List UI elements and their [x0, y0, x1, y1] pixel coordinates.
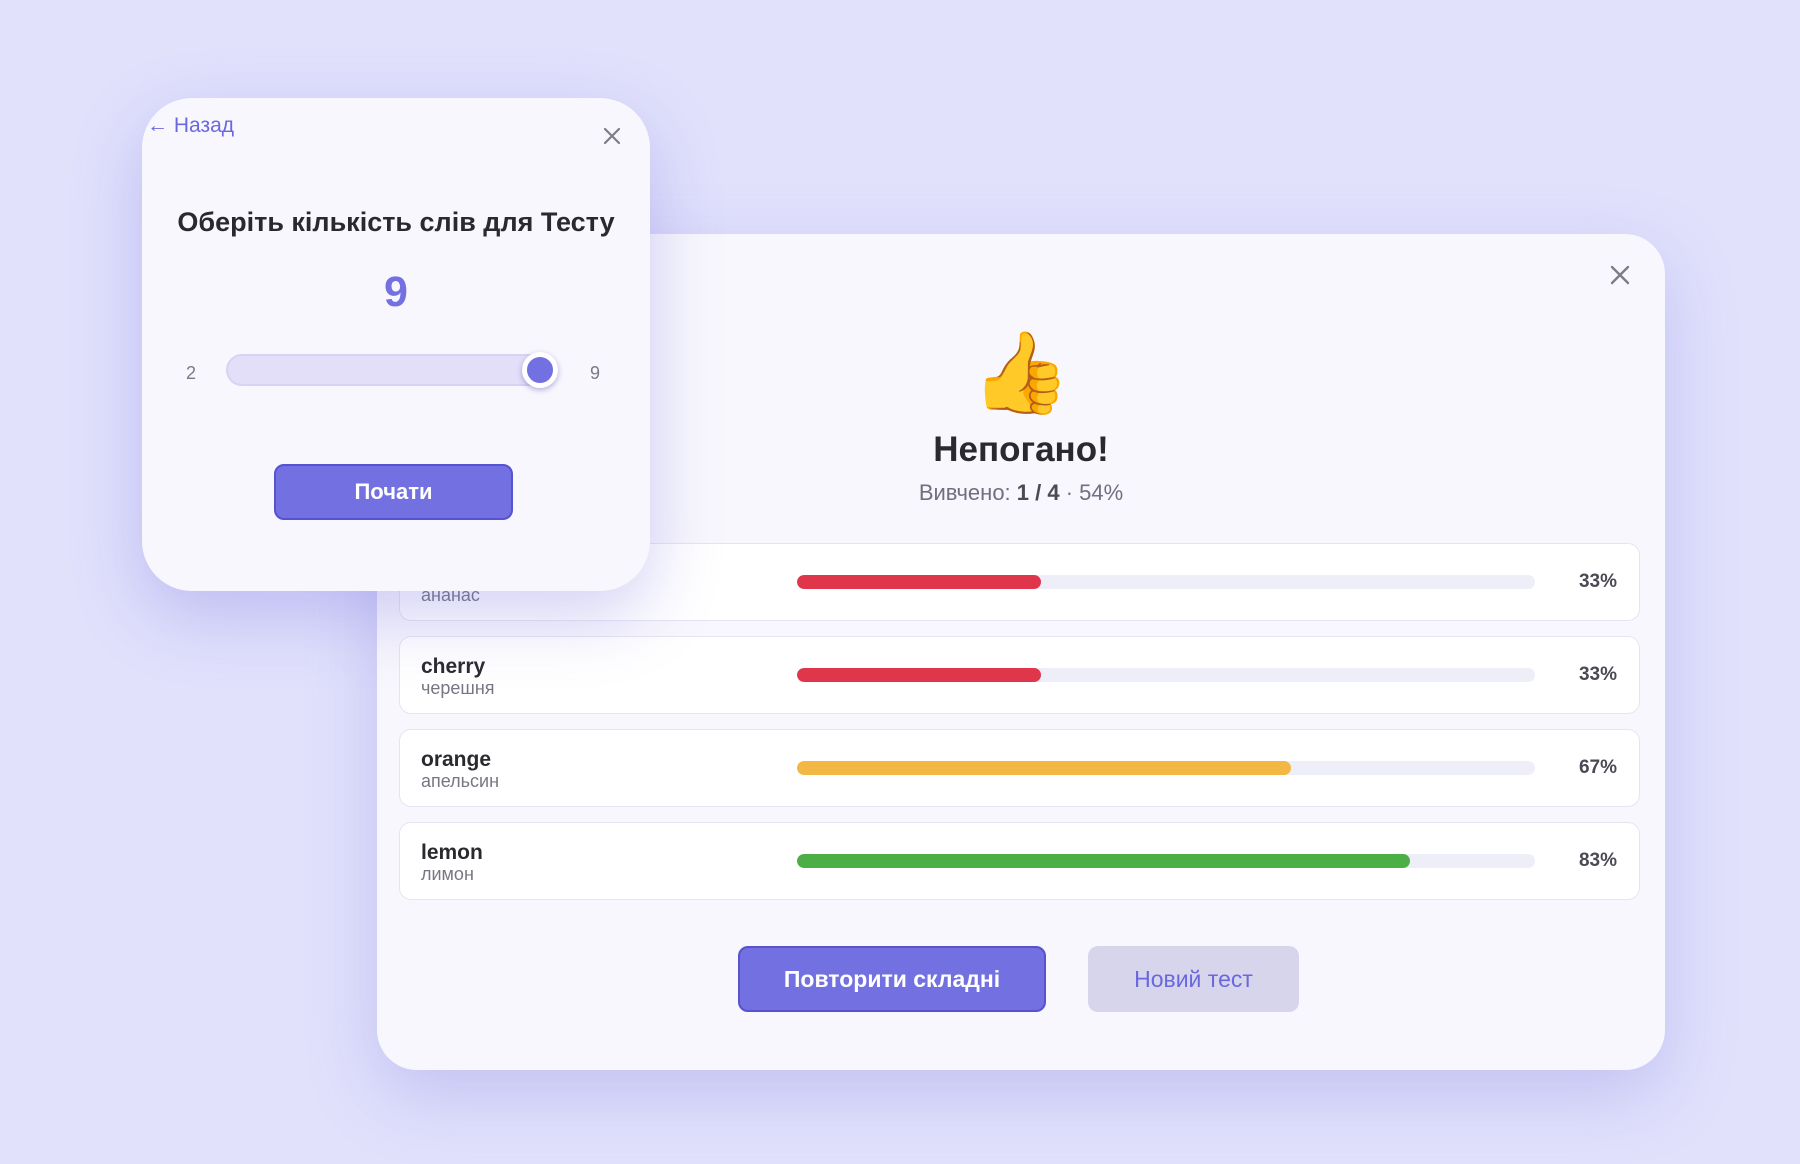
slider-min-label: 2 [186, 363, 197, 383]
progress-percent: 33% [1578, 571, 1617, 592]
word-count-dialog: ← Назад Оберіть кількість слів для Тесту… [142, 98, 650, 591]
word-row: lemon лимон 83% [399, 822, 1640, 900]
repeat-difficult-button[interactable]: Повторити складні [738, 946, 1046, 1012]
word-translation: черешня [421, 678, 495, 698]
progress-percent: 67% [1578, 757, 1617, 778]
progress-fill [797, 668, 1041, 682]
close-icon[interactable] [1605, 260, 1635, 290]
progress-bar [797, 761, 1535, 775]
word-english: orange [421, 748, 492, 771]
progress-bar [797, 575, 1535, 589]
word-english: lemon [421, 841, 483, 864]
word-list: ананас 33% cherry черешня 33% orange апе… [399, 543, 1640, 915]
word-translation: лимон [421, 864, 474, 884]
progress-percent: 83% [1578, 850, 1617, 871]
word-english: cherry [421, 655, 486, 678]
close-icon[interactable] [600, 124, 624, 148]
word-count-value: 9 [384, 268, 408, 316]
learned-count: 1 / 4 [1016, 480, 1060, 505]
start-button[interactable]: Почати [274, 464, 513, 520]
word-row: orange апельсин 67% [399, 729, 1640, 807]
progress-fill [797, 761, 1292, 775]
progress-fill [797, 854, 1410, 868]
dialog-title: Оберіть кількість слів для Тесту [177, 207, 615, 237]
word-translation: апельсин [421, 771, 500, 791]
back-link[interactable]: ← Назад [147, 114, 234, 138]
progress-bar [797, 854, 1535, 868]
word-count-slider[interactable] [226, 352, 558, 388]
slider-thumb[interactable] [522, 352, 558, 388]
progress-percent: 33% [1578, 664, 1617, 685]
progress-fill [797, 575, 1041, 589]
word-row: cherry черешня 33% [399, 636, 1640, 714]
progress-bar [797, 668, 1535, 682]
slider-max-label: 9 [590, 363, 601, 383]
new-test-button[interactable]: Новий тест [1088, 946, 1299, 1012]
